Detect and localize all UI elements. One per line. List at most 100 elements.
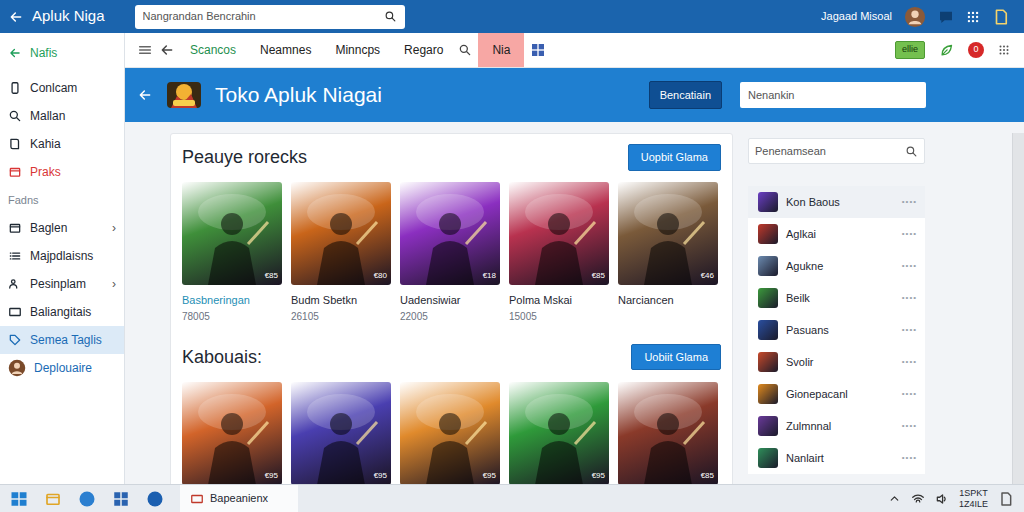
panel-item[interactable]: Agukne ••••: [748, 250, 925, 282]
more-button[interactable]: ••••: [902, 196, 917, 208]
panel-item[interactable]: Aglkai••••: [748, 218, 925, 250]
panel-search[interactable]: [748, 138, 925, 164]
toolbar-tab[interactable]: Scancos: [181, 33, 245, 67]
windows-start-icon[interactable]: [10, 490, 28, 508]
more-button[interactable]: ••••: [902, 260, 917, 272]
taskbar-app[interactable]: Bapeanienx: [180, 485, 298, 512]
header-button[interactable]: Bencatiain: [649, 81, 722, 110]
top-search[interactable]: [135, 5, 405, 29]
sidebar-item[interactable]: Baliangitais: [0, 298, 124, 326]
top-search-input[interactable]: [143, 8, 378, 25]
game-image[interactable]: €85: [618, 382, 718, 485]
clock-line: 1SPKT: [959, 488, 988, 499]
game-image[interactable]: €80: [291, 182, 391, 285]
sidebar-label: Mallan: [30, 107, 65, 125]
panel-item[interactable]: Svolir••••: [748, 346, 925, 378]
game-image[interactable]: €18: [400, 182, 500, 285]
game-count: 15005: [509, 309, 609, 324]
panel-item[interactable]: Kon Baous••••: [748, 186, 925, 218]
game-name[interactable]: Uadensiwiar: [400, 292, 500, 309]
game-name[interactable]: Narciancen: [618, 292, 718, 309]
apps-icon: [966, 10, 980, 24]
more-button[interactable]: ••••: [902, 452, 917, 464]
section-button[interactable]: Uobiit Glama: [631, 344, 721, 371]
game-image[interactable]: €95: [400, 382, 500, 485]
game-name[interactable]: Budm Sbetkn: [291, 292, 391, 309]
game-card[interactable]: €46 Narciancen: [618, 182, 718, 324]
sidebar-item[interactable]: Baglen ›: [0, 214, 124, 242]
game-image[interactable]: €46: [618, 182, 718, 285]
more-button[interactable]: ••••: [902, 388, 917, 400]
tag-icon: [8, 333, 22, 347]
game-card[interactable]: €95: [400, 382, 500, 485]
section-button[interactable]: Uopbit Glama: [628, 144, 721, 171]
header-search-input[interactable]: [748, 87, 918, 104]
back-arrow-icon[interactable]: [137, 87, 153, 103]
more-button[interactable]: ••••: [902, 324, 917, 336]
game-card[interactable]: €85Basbneringan78005: [182, 182, 282, 324]
panel-item[interactable]: Gionepacanl••••: [748, 378, 925, 410]
panel-item[interactable]: Beilk ••••: [748, 282, 925, 314]
game-price: €85: [701, 470, 714, 482]
game-card[interactable]: €85: [618, 382, 718, 485]
panel-item-name: Agukne: [786, 258, 823, 275]
store-logo-icon: [165, 78, 203, 112]
notification-count[interactable]: 0: [968, 42, 984, 58]
user-avatar-icon: [904, 6, 926, 28]
toolbar-tab[interactable]: Regaro: [395, 33, 452, 67]
scrollbar[interactable]: [1012, 133, 1024, 484]
game-count: 26105: [291, 309, 391, 324]
panel-search-input[interactable]: [755, 143, 905, 160]
game-name[interactable]: Polma Mskai: [509, 292, 609, 309]
game-image[interactable]: €85: [182, 182, 282, 285]
hamburger-icon[interactable]: [137, 42, 153, 58]
sidebar-item[interactable]: Mallan: [0, 102, 124, 130]
sidebar-item[interactable]: Deplouaire: [0, 354, 124, 382]
app-icon: [758, 384, 778, 404]
panel-item[interactable]: Zulmnnal••••: [748, 410, 925, 442]
back-arrow-icon[interactable]: [159, 42, 175, 58]
panel-item[interactable]: Nanlairt••••: [748, 442, 925, 474]
game-image[interactable]: €95: [291, 382, 391, 485]
game-card[interactable]: €95: [509, 382, 609, 485]
chevron: ›: [112, 219, 116, 237]
panel-item[interactable]: Pasuans••••: [748, 314, 925, 346]
clock[interactable]: 1SPKT1Z4ILE: [959, 488, 988, 510]
sidebar-item[interactable]: Semea Taglis: [0, 326, 124, 354]
clock-line: 1Z4ILE: [959, 499, 988, 510]
sidebar-item[interactable]: Praks: [0, 158, 124, 186]
game-name[interactable]: Basbneringan: [182, 292, 282, 309]
sidebar-item[interactable]: Majpdlaisns: [0, 242, 124, 270]
sidebar-label: Baglen: [30, 219, 67, 237]
game-card[interactable]: €95: [182, 382, 282, 485]
sidebar-item[interactable]: Nafis: [0, 39, 124, 67]
card-icon: [8, 305, 22, 319]
more-button[interactable]: ••••: [902, 420, 917, 432]
game-card[interactable]: €95: [291, 382, 391, 485]
section-title: Peauye rorecks: [182, 144, 307, 171]
sidebar-item[interactable]: Kahia: [0, 130, 124, 158]
toolbar-tab[interactable]: Neamnes: [251, 33, 320, 67]
more-button[interactable]: ••••: [902, 356, 917, 368]
sidebar-label: Deplouaire: [34, 359, 92, 377]
more-button[interactable]: ••••: [902, 228, 917, 240]
app-icon: [758, 288, 778, 308]
panel-item-name: Beilk: [786, 290, 810, 307]
search-icon: [458, 43, 472, 57]
toolbar-tab[interactable]: Minncps: [326, 33, 389, 67]
user-name[interactable]: Jagaad Misoal: [821, 8, 892, 25]
header-search[interactable]: [740, 82, 926, 108]
game-image[interactable]: €95: [509, 382, 609, 485]
game-card[interactable]: €80 Budm Sbetkn26105: [291, 182, 391, 324]
game-image[interactable]: €95: [182, 382, 282, 485]
toolbar-tab[interactable]: Nia: [478, 33, 524, 67]
game-price: €95: [483, 470, 496, 482]
game-card[interactable]: €18Uadensiwiar22005: [400, 182, 500, 324]
sidebar-item[interactable]: Conlcam: [0, 74, 124, 102]
game-card[interactable]: €85 Polma Mskai15005: [509, 182, 609, 324]
back-arrow-icon[interactable]: [8, 9, 24, 25]
status-badge: ellie: [895, 41, 925, 59]
sidebar-item[interactable]: Pesinplam›: [0, 270, 124, 298]
game-image[interactable]: €85: [509, 182, 609, 285]
more-button[interactable]: ••••: [902, 292, 917, 304]
